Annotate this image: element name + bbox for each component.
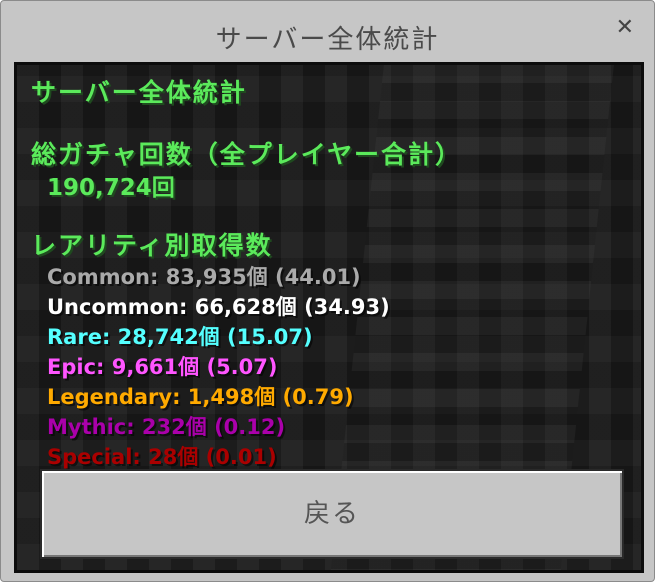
- rarity-row-legendary: Legendary: 1,498個 (0.79): [47, 385, 354, 409]
- total-gacha-heading: 総ガチャ回数（全プレイヤー合計）: [31, 140, 463, 169]
- rarity-heading: レアリティ別取得数: [31, 231, 273, 260]
- back-button[interactable]: 戻る: [40, 469, 624, 559]
- rarity-row-rare: Rare: 28,742個 (15.07): [47, 325, 313, 349]
- close-icon[interactable]: ✕: [616, 17, 634, 39]
- stats-content: サーバー全体統計 総ガチャ回数（全プレイヤー合計） 190,724回 レアリティ…: [17, 65, 641, 570]
- window-title: サーバー全体統計: [215, 25, 440, 55]
- stats-window: サーバー全体統計 ✕ サーバー全体統計 総ガチャ回数（全プレイヤー合計） 190…: [0, 0, 655, 582]
- rarity-row-mythic: Mythic: 232個 (0.12): [47, 415, 286, 439]
- total-gacha-value: 190,724回: [47, 175, 175, 201]
- rarity-row-epic: Epic: 9,661個 (5.07): [47, 355, 278, 379]
- title-bar: サーバー全体統計 ✕: [1, 1, 654, 63]
- rarity-row-special: Special: 28個 (0.01): [47, 445, 277, 469]
- rarity-row-uncommon: Uncommon: 66,628個 (34.93): [47, 295, 390, 319]
- stats-heading: サーバー全体統計: [31, 78, 247, 107]
- rarity-row-common: Common: 83,935個 (44.01): [47, 265, 361, 289]
- stats-panel: サーバー全体統計 総ガチャ回数（全プレイヤー合計） 190,724回 レアリティ…: [14, 62, 644, 573]
